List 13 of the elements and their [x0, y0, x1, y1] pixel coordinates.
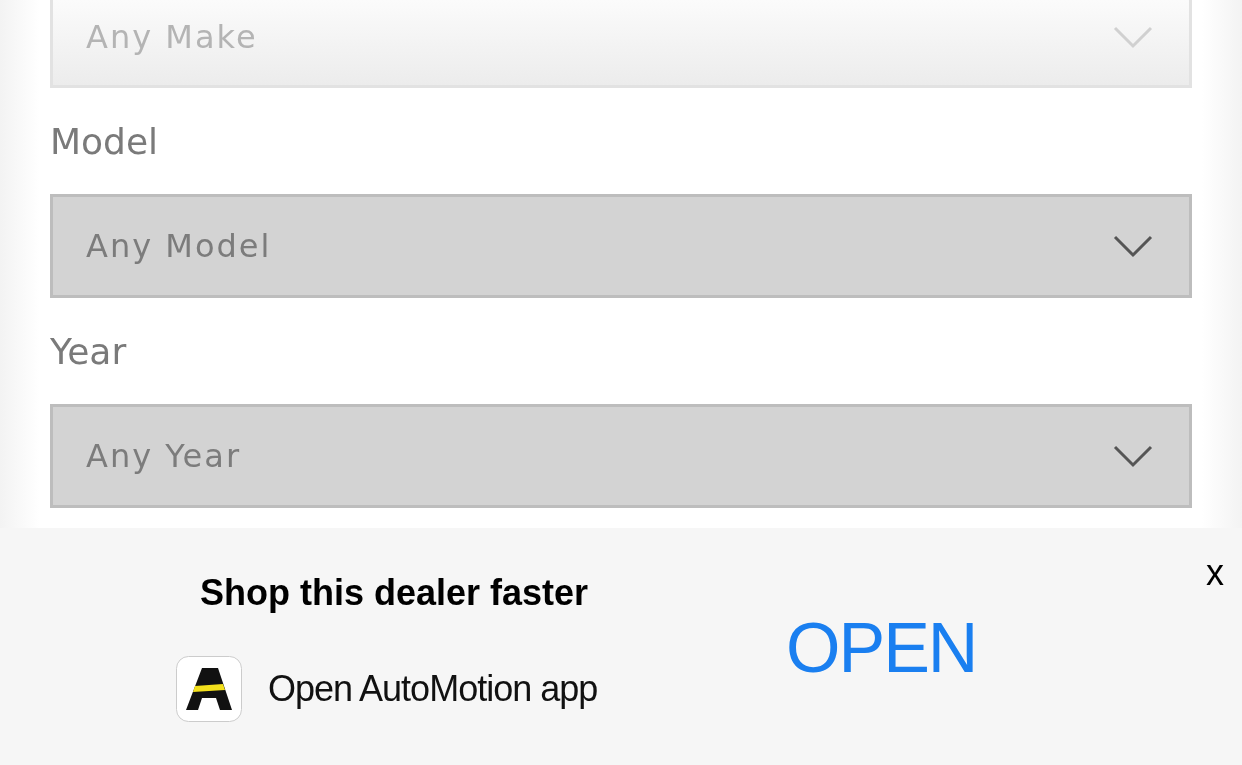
- chevron-icon: [1113, 24, 1153, 49]
- close-button[interactable]: x: [1206, 552, 1224, 594]
- app-logo-icon: [176, 656, 242, 722]
- dropdown[interactable]: Any Model: [50, 194, 1192, 298]
- open-button[interactable]: OPEN: [786, 608, 977, 688]
- dropdown[interactable]: Any Year: [50, 404, 1192, 508]
- field-label: Model: [50, 120, 159, 162]
- field-label: Year: [50, 330, 127, 372]
- banner-subtitle: Open AutoMotion app: [268, 668, 598, 710]
- chevron-icon: [1113, 234, 1153, 258]
- chevron-icon: [1113, 444, 1153, 468]
- banner-title: Shop this dealer faster: [200, 572, 590, 614]
- dropdown[interactable]: Any Make: [50, 0, 1192, 88]
